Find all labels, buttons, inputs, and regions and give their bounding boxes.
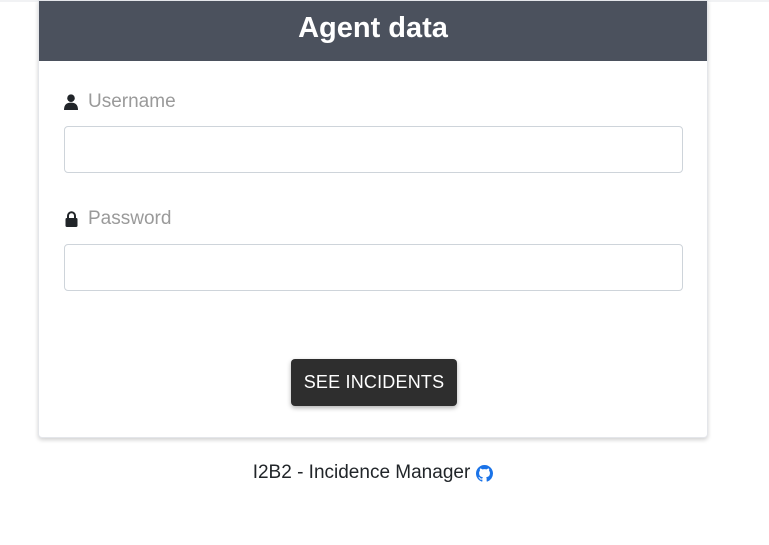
agent-login-card: Agent data Username Password SEE INCIDEN… [38, 0, 708, 438]
card-title: Agent data [298, 11, 448, 44]
password-input[interactable] [64, 244, 683, 291]
username-label: Username [64, 91, 176, 113]
see-incidents-button[interactable]: SEE INCIDENTS [291, 359, 457, 406]
footer: I2B2 - Incidence Manager [0, 462, 746, 484]
user-icon [64, 94, 78, 110]
lock-icon [64, 211, 78, 227]
password-label: Password [64, 208, 171, 230]
username-label-text: Username [88, 91, 176, 112]
username-input[interactable] [64, 126, 683, 173]
github-icon[interactable] [476, 464, 494, 482]
footer-text: I2B2 - Incidence Manager [252, 462, 471, 483]
card-header: Agent data [39, 1, 707, 61]
password-label-text: Password [88, 208, 172, 229]
